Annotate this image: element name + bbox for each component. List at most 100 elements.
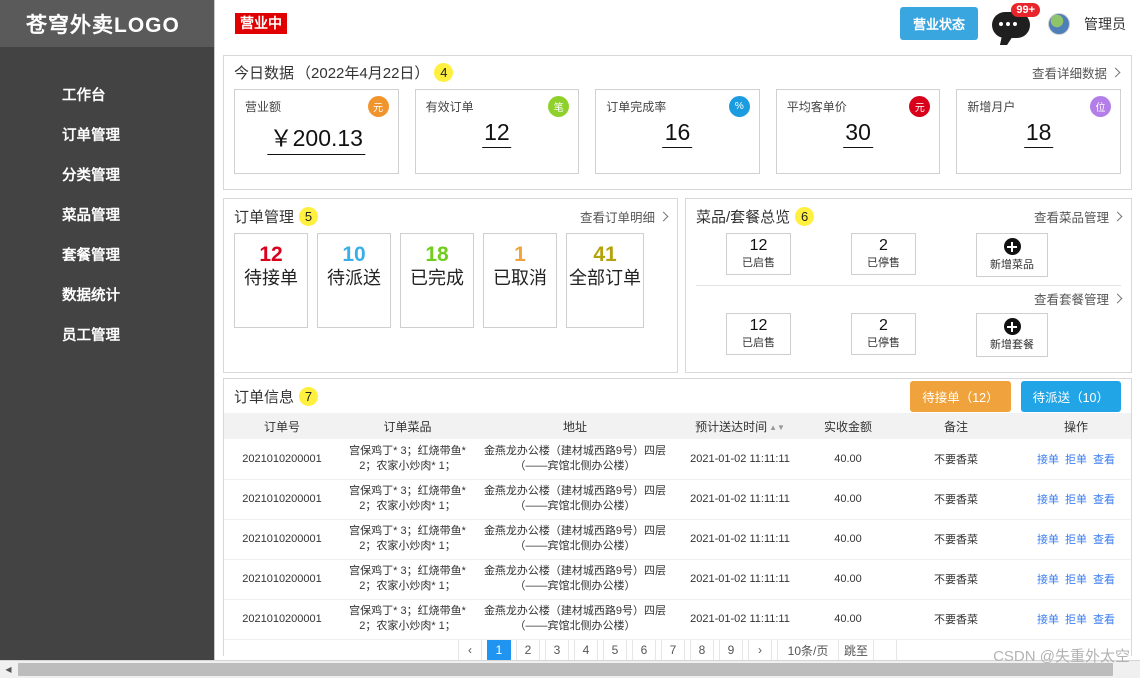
order-tile-count: 12 xyxy=(259,243,282,266)
view-order-link[interactable]: 查看 xyxy=(1093,534,1115,546)
stat-label: 营业额 xyxy=(245,98,388,115)
chat-icon[interactable]: 99+ xyxy=(992,7,1034,41)
reject-order-link[interactable]: 拒单 xyxy=(1065,534,1087,546)
view-dish-management-link[interactable]: 查看菜品管理 xyxy=(1034,207,1121,226)
cell-address: 金燕龙办公楼（建材城西路9号）四层（——宾馆北侧办公楼） xyxy=(475,559,675,599)
stat-value: 30 xyxy=(843,119,873,148)
order-tile-to-deliver[interactable]: 10 待派送 xyxy=(317,233,391,328)
today-data-panel: 今日数据 （2022年4月22日） 4 查看详细数据 营业额 ￥200.13 元… xyxy=(223,55,1132,190)
order-info-header: 订单信息 7 待接单（12） 待派送（10） xyxy=(224,379,1131,413)
order-tile-pending[interactable]: 12 待接单 xyxy=(234,233,308,328)
accept-order-link[interactable]: 接单 xyxy=(1037,574,1059,586)
view-detail-data-link[interactable]: 查看详细数据 xyxy=(1032,63,1119,82)
stat-card-new-users[interactable]: 新增月户 18 位 xyxy=(956,89,1121,174)
reject-order-link[interactable]: 拒单 xyxy=(1065,454,1087,466)
dish-off-sale-box[interactable]: 2 已停售 xyxy=(851,233,916,275)
accept-order-link[interactable]: 接单 xyxy=(1037,454,1059,466)
table-row[interactable]: 2021010200001 宫保鸡丁* 3；红烧带鱼* 2；农家小炒肉* 1； … xyxy=(224,599,1131,639)
avatar[interactable] xyxy=(1048,13,1070,35)
order-tile-completed[interactable]: 18 已完成 xyxy=(400,233,474,328)
sidebar-item-employees[interactable]: 员工管理 xyxy=(0,314,215,354)
order-tile-cancelled[interactable]: 1 已取消 xyxy=(483,233,557,328)
combo-on-sale-box[interactable]: 12 已启售 xyxy=(726,313,791,355)
sidebar-item-label: 订单管理 xyxy=(62,124,120,145)
pagination-page-1[interactable]: 1 xyxy=(487,640,511,660)
cell-eta: 2021-01-02 11:11:11 xyxy=(675,479,805,519)
cell-address: 金燕龙办公楼（建材城西路9号）四层（——宾馆北侧办公楼） xyxy=(475,479,675,519)
stat-card-turnover[interactable]: 营业额 ￥200.13 元 xyxy=(234,89,399,174)
pagination-page-8[interactable]: 8 xyxy=(690,640,714,660)
table-row[interactable]: 2021010200001 宫保鸡丁* 3；红烧带鱼* 2；农家小炒肉* 1； … xyxy=(224,439,1131,479)
cell-eta: 2021-01-02 11:11:11 xyxy=(675,559,805,599)
sidebar-item-workbench[interactable]: 工作台 xyxy=(0,74,215,114)
view-detail-data-label: 查看详细数据 xyxy=(1032,63,1107,82)
pagination-page-3[interactable]: 3 xyxy=(545,640,569,660)
sidebar-item-categories[interactable]: 分类管理 xyxy=(0,154,215,194)
view-order-link[interactable]: 查看 xyxy=(1093,614,1115,626)
combo-stat-row: 12 已启售 2 已停售 新增套餐 xyxy=(686,313,1131,357)
tab-pending-orders[interactable]: 待接单（12） xyxy=(910,381,1010,412)
tab-to-deliver-orders[interactable]: 待派送（10） xyxy=(1021,381,1121,412)
business-status-button[interactable]: 营业状态 xyxy=(900,7,978,40)
order-info-title-text: 订单信息 xyxy=(234,386,294,407)
scrollbar-thumb[interactable] xyxy=(18,663,1113,676)
dish-overview-title-text: 菜品/套餐总览 xyxy=(696,206,790,227)
open-status-badge: 营业中 xyxy=(235,13,287,33)
accept-order-link[interactable]: 接单 xyxy=(1037,534,1059,546)
pagination-page-6[interactable]: 6 xyxy=(632,640,656,660)
stat-card-avg-price[interactable]: 平均客单价 30 元 xyxy=(776,89,941,174)
dish-on-sale-box[interactable]: 12 已启售 xyxy=(726,233,791,275)
pagination-page-7[interactable]: 7 xyxy=(661,640,685,660)
combo-overview-header: 查看套餐管理 xyxy=(686,286,1131,313)
sidebar-item-combos[interactable]: 套餐管理 xyxy=(0,234,215,274)
view-order-link[interactable]: 查看 xyxy=(1093,494,1115,506)
table-row[interactable]: 2021010200001 宫保鸡丁* 3；红烧带鱼* 2；农家小炒肉* 1； … xyxy=(224,519,1131,559)
reject-order-link[interactable]: 拒单 xyxy=(1065,574,1087,586)
view-combo-management-link[interactable]: 查看套餐管理 xyxy=(1034,289,1121,308)
sort-icon[interactable]: ▲▼ xyxy=(769,423,785,432)
cell-actions: 接单拒单查看 xyxy=(1021,439,1131,479)
accept-order-link[interactable]: 接单 xyxy=(1037,494,1059,506)
pagination-page-2[interactable]: 2 xyxy=(516,640,540,660)
sidebar-item-statistics[interactable]: 数据统计 xyxy=(0,274,215,314)
table-header: 订单号 订单菜品 地址 预计送达时间▲▼ 实收金额 备注 操作 xyxy=(224,413,1131,439)
stat-label: 订单完成率 xyxy=(606,98,749,115)
pagination-next[interactable]: › xyxy=(748,640,772,660)
view-order-detail-link[interactable]: 查看订单明细 xyxy=(580,207,667,226)
pagination-page-4[interactable]: 4 xyxy=(574,640,598,660)
reject-order-link[interactable]: 拒单 xyxy=(1065,494,1087,506)
cell-eta: 2021-01-02 11:11:11 xyxy=(675,439,805,479)
dish-off-sale-count: 2 xyxy=(879,238,888,255)
view-order-link[interactable]: 查看 xyxy=(1093,574,1115,586)
cell-address: 金燕龙办公楼（建材城西路9号）四层（——宾馆北侧办公楼） xyxy=(475,519,675,559)
stat-label: 新增月户 xyxy=(967,98,1110,115)
stat-card-completion-rate[interactable]: 订单完成率 16 % xyxy=(595,89,760,174)
horizontal-scrollbar[interactable]: ◀ xyxy=(0,660,1140,678)
cell-dishes: 宫保鸡丁* 3；红烧带鱼* 2；农家小炒肉* 1； xyxy=(340,519,475,559)
combo-off-sale-box[interactable]: 2 已停售 xyxy=(851,313,916,355)
sidebar-item-dishes[interactable]: 菜品管理 xyxy=(0,194,215,234)
combo-off-sale-label: 已停售 xyxy=(867,334,900,350)
col-eta[interactable]: 预计送达时间▲▼ xyxy=(675,413,805,439)
scroll-left-arrow-icon[interactable]: ◀ xyxy=(0,661,17,678)
pagination-jump-input[interactable] xyxy=(873,640,897,660)
order-tile-all[interactable]: 41 全部订单 xyxy=(566,233,644,328)
dish-overview-title: 菜品/套餐总览 6 xyxy=(696,206,814,227)
view-order-link[interactable]: 查看 xyxy=(1093,454,1115,466)
add-dish-button[interactable]: 新增菜品 xyxy=(976,233,1048,277)
add-combo-button[interactable]: 新增套餐 xyxy=(976,313,1048,357)
table-row[interactable]: 2021010200001 宫保鸡丁* 3；红烧带鱼* 2；农家小炒肉* 1； … xyxy=(224,559,1131,599)
table-row[interactable]: 2021010200001 宫保鸡丁* 3；红烧带鱼* 2；农家小炒肉* 1； … xyxy=(224,479,1131,519)
stat-card-valid-orders[interactable]: 有效订单 12 笔 xyxy=(415,89,580,174)
cell-amount: 40.00 xyxy=(805,559,891,599)
accept-order-link[interactable]: 接单 xyxy=(1037,614,1059,626)
pagination-page-5[interactable]: 5 xyxy=(603,640,627,660)
col-amount: 实收金额 xyxy=(805,413,891,439)
pagination-page-9[interactable]: 9 xyxy=(719,640,743,660)
page-size-select[interactable]: 10条/页 xyxy=(777,640,839,660)
plus-icon xyxy=(1004,238,1021,255)
pagination-prev[interactable]: ‹ xyxy=(458,640,482,660)
cell-amount: 40.00 xyxy=(805,439,891,479)
sidebar-item-orders[interactable]: 订单管理 xyxy=(0,114,215,154)
reject-order-link[interactable]: 拒单 xyxy=(1065,614,1087,626)
